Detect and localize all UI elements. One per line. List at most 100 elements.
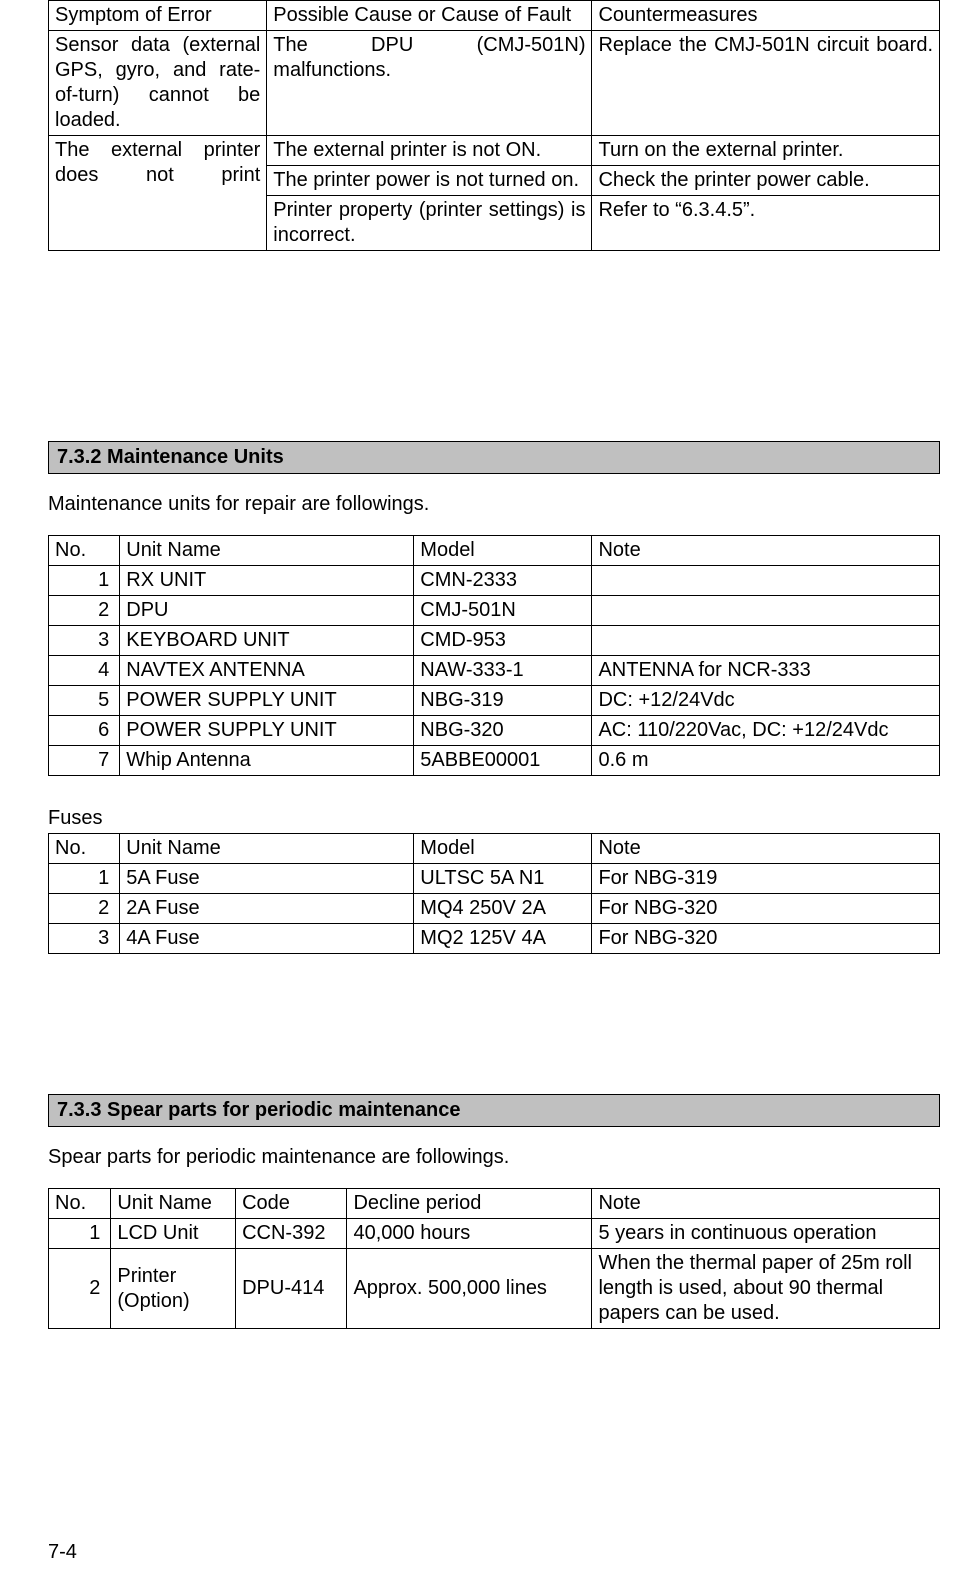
col-note: Note <box>592 536 940 566</box>
table-row: 2 Printer (Option) DPU-414 Approx. 500,0… <box>49 1249 940 1329</box>
counter-cell: Refer to “6.3.4.5”. <box>592 196 940 251</box>
cell-model: NBG-319 <box>414 686 592 716</box>
col-unit-name: Unit Name <box>120 536 414 566</box>
cell-code: CCN-392 <box>236 1219 347 1249</box>
cell-no: 2 <box>49 894 120 924</box>
table-header-row: No. Unit Name Model Note <box>49 536 940 566</box>
table-row: 1 5A Fuse ULTSC 5A N1 For NBG-319 <box>49 864 940 894</box>
cause-cell: The DPU (CMJ-501N) malfunctions. <box>267 31 592 136</box>
cell-no: 4 <box>49 656 120 686</box>
col-model: Model <box>414 834 592 864</box>
cell-unit: POWER SUPPLY UNIT <box>120 716 414 746</box>
cell-model: MQ2 125V 4A <box>414 924 592 954</box>
symptom-cell: The external printer does not print <box>49 136 267 251</box>
cell-note: For NBG-320 <box>592 924 940 954</box>
table-row: 1 LCD Unit CCN-392 40,000 hours 5 years … <box>49 1219 940 1249</box>
cell-unit: NAVTEX ANTENNA <box>120 656 414 686</box>
col-model: Model <box>414 536 592 566</box>
cause-cell: The printer power is not turned on. <box>267 166 592 196</box>
col-symptom: Symptom of Error <box>49 1 267 31</box>
table-row: The external printer does not print The … <box>49 136 940 166</box>
table-header-row: No. Unit Name Code Decline period Note <box>49 1189 940 1219</box>
cell-model: ULTSC 5A N1 <box>414 864 592 894</box>
cell-model: NAW-333-1 <box>414 656 592 686</box>
table-row: 3 KEYBOARD UNIT CMD-953 <box>49 626 940 656</box>
cell-no: 3 <box>49 626 120 656</box>
cell-note: AC: 110/220Vac, DC: +12/24Vdc <box>592 716 940 746</box>
spare-parts-table: No. Unit Name Code Decline period Note 1… <box>48 1188 940 1329</box>
cell-unit: KEYBOARD UNIT <box>120 626 414 656</box>
col-note: Note <box>592 1189 940 1219</box>
table-row: 2 DPU CMJ-501N <box>49 596 940 626</box>
cell-no: 5 <box>49 686 120 716</box>
table-row: 6 POWER SUPPLY UNIT NBG-320 AC: 110/220V… <box>49 716 940 746</box>
counter-cell: Replace the CMJ-501N circuit board. <box>592 31 940 136</box>
counter-cell: Turn on the external printer. <box>592 136 940 166</box>
troubleshooting-table: Symptom of Error Possible Cause or Cause… <box>48 0 940 251</box>
cell-no: 3 <box>49 924 120 954</box>
table-row: 1 RX UNIT CMN-2333 <box>49 566 940 596</box>
col-unit-name: Unit Name <box>120 834 414 864</box>
cell-note: 5 years in continuous operation <box>592 1219 940 1249</box>
cell-no: 1 <box>49 1219 111 1249</box>
col-no: No. <box>49 834 120 864</box>
col-no: No. <box>49 1189 111 1219</box>
table-header-row: No. Unit Name Model Note <box>49 834 940 864</box>
table-row: 3 4A Fuse MQ2 125V 4A For NBG-320 <box>49 924 940 954</box>
cell-model: CMJ-501N <box>414 596 592 626</box>
col-note: Note <box>592 834 940 864</box>
section-intro: Spear parts for periodic maintenance are… <box>48 1145 940 1170</box>
col-counter: Countermeasures <box>592 1 940 31</box>
cell-note: ANTENNA for NCR-333 <box>592 656 940 686</box>
table-row: 5 POWER SUPPLY UNIT NBG-319 DC: +12/24Vd… <box>49 686 940 716</box>
cell-decline: Approx. 500,000 lines <box>347 1249 592 1329</box>
cell-no: 1 <box>49 864 120 894</box>
table-row: 7 Whip Antenna 5ABBE00001 0.6 m <box>49 746 940 776</box>
fuses-label: Fuses <box>48 806 940 831</box>
cell-unit: DPU <box>120 596 414 626</box>
cell-no: 1 <box>49 566 120 596</box>
cell-model: 5ABBE00001 <box>414 746 592 776</box>
cell-no: 2 <box>49 1249 111 1329</box>
symptom-cell: Sensor data (external GPS, gyro, and rat… <box>49 31 267 136</box>
cell-unit: 2A Fuse <box>120 894 414 924</box>
cell-unit: 5A Fuse <box>120 864 414 894</box>
table-header-row: Symptom of Error Possible Cause or Cause… <box>49 1 940 31</box>
section-heading-733: 7.3.3 Spear parts for periodic maintenan… <box>48 1094 940 1127</box>
cell-unit: LCD Unit <box>111 1219 236 1249</box>
table-row: 4 NAVTEX ANTENNA NAW-333-1 ANTENNA for N… <box>49 656 940 686</box>
fuses-table: No. Unit Name Model Note 1 5A Fuse ULTSC… <box>48 833 940 954</box>
table-row: Sensor data (external GPS, gyro, and rat… <box>49 31 940 136</box>
cell-note: For NBG-319 <box>592 864 940 894</box>
cell-note: When the thermal paper of 25m roll lengt… <box>592 1249 940 1329</box>
cell-decline: 40,000 hours <box>347 1219 592 1249</box>
col-unit-name: Unit Name <box>111 1189 236 1219</box>
cell-model: MQ4 250V 2A <box>414 894 592 924</box>
cause-cell: Printer property (printer settings) is i… <box>267 196 592 251</box>
cell-no: 6 <box>49 716 120 746</box>
col-code: Code <box>236 1189 347 1219</box>
cell-unit: POWER SUPPLY UNIT <box>120 686 414 716</box>
cell-unit: RX UNIT <box>120 566 414 596</box>
maintenance-units-table: No. Unit Name Model Note 1 RX UNIT CMN-2… <box>48 535 940 776</box>
cell-unit: 4A Fuse <box>120 924 414 954</box>
cell-note <box>592 596 940 626</box>
col-no: No. <box>49 536 120 566</box>
page-number: 7-4 <box>48 1540 77 1565</box>
cell-no: 2 <box>49 596 120 626</box>
cell-model: NBG-320 <box>414 716 592 746</box>
cell-unit: Printer (Option) <box>111 1249 236 1329</box>
cell-model: CMN-2333 <box>414 566 592 596</box>
cell-note: 0.6 m <box>592 746 940 776</box>
cell-note: For NBG-320 <box>592 894 940 924</box>
col-decline: Decline period <box>347 1189 592 1219</box>
section-intro: Maintenance units for repair are followi… <box>48 492 940 517</box>
cell-no: 7 <box>49 746 120 776</box>
cell-unit: Whip Antenna <box>120 746 414 776</box>
cause-cell: The external printer is not ON. <box>267 136 592 166</box>
cell-code: DPU-414 <box>236 1249 347 1329</box>
counter-cell: Check the printer power cable. <box>592 166 940 196</box>
cell-model: CMD-953 <box>414 626 592 656</box>
col-cause: Possible Cause or Cause of Fault <box>267 1 592 31</box>
cell-note <box>592 626 940 656</box>
